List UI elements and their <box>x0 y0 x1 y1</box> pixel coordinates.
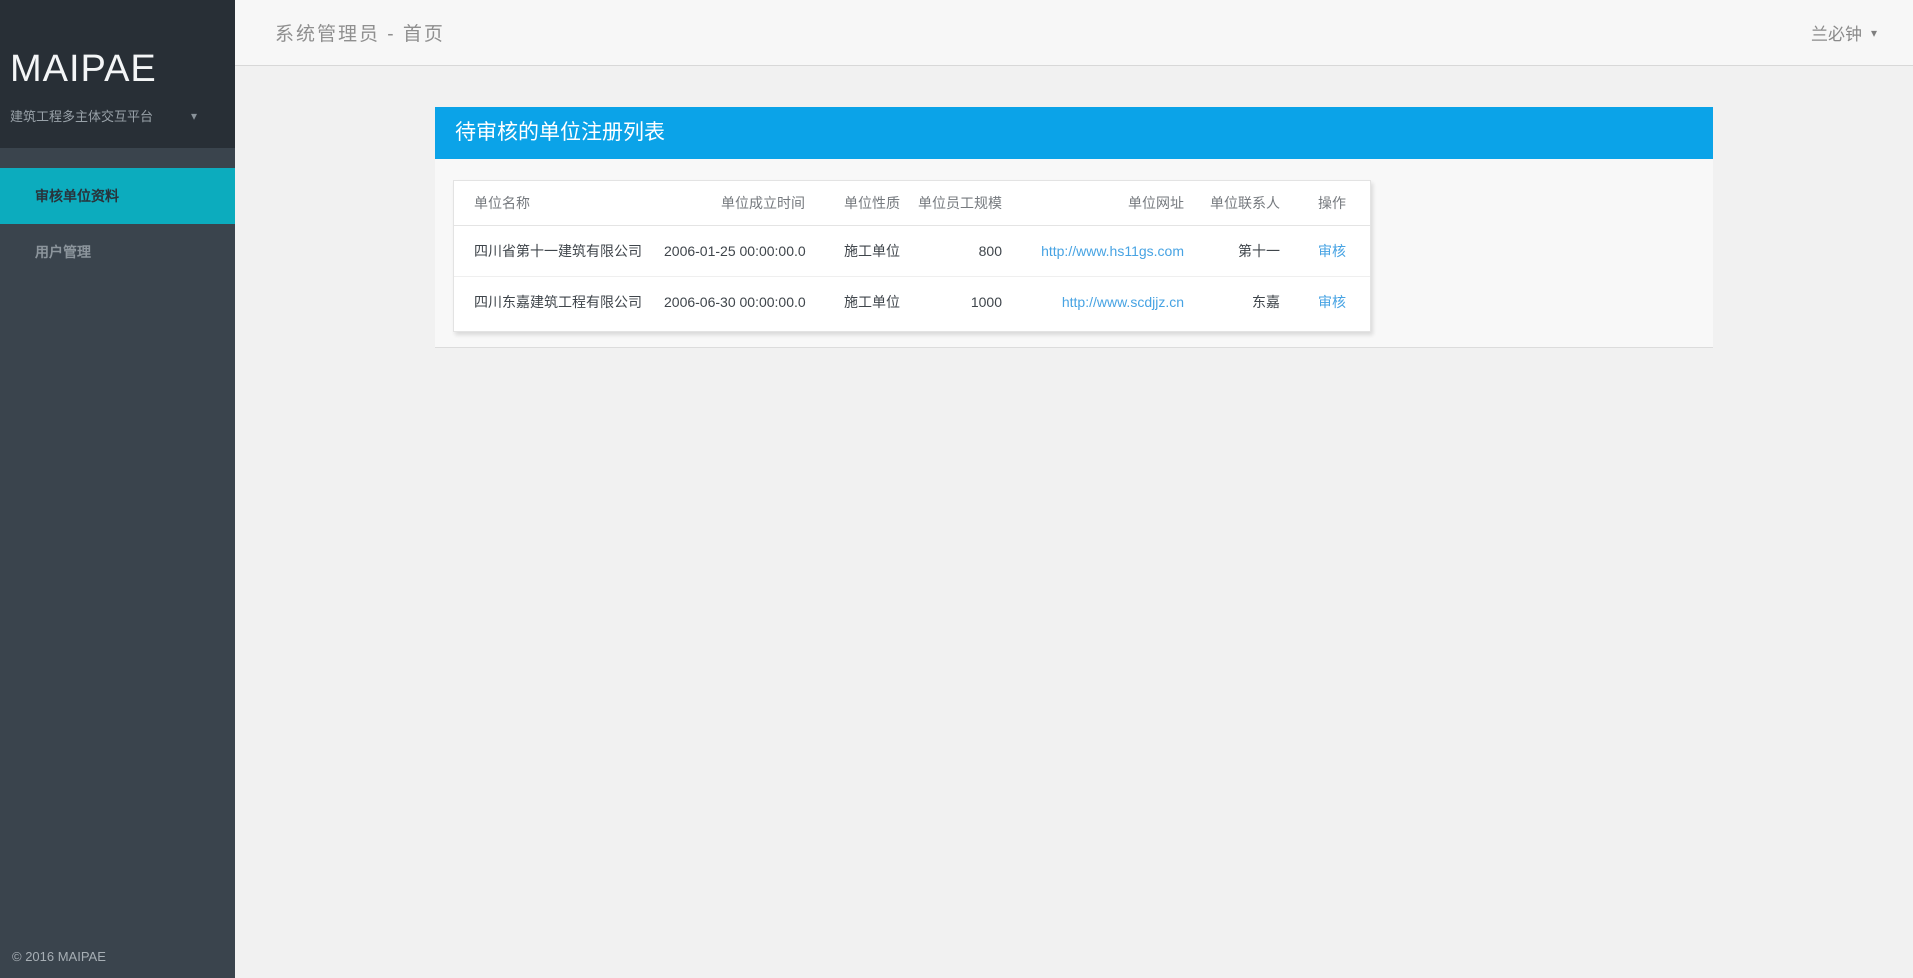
sidebar: MAIPAE 建筑工程多主体交互平台 ▾ 审核单位资料 用户管理 © 2016 … <box>0 0 235 978</box>
table-row: 四川东嘉建筑工程有限公司 2006-06-30 00:00:00.0 施工单位 … <box>454 276 1370 331</box>
pending-units-panel: 待审核的单位注册列表 单位名称 单位成立时间 单位性质 单位员工规模 单位网址 … <box>435 107 1713 348</box>
brand-subtitle: 建筑工程多主体交互平台 <box>10 109 154 124</box>
table-row: 四川省第十一建筑有限公司 2006-01-25 00:00:00.0 施工单位 … <box>454 226 1370 277</box>
cell-founded-time: 2006-06-30 00:00:00.0 <box>654 276 809 331</box>
user-name: 兰必钟 <box>1810 25 1862 44</box>
cell-unit-name: 四川省第十一建筑有限公司 <box>474 243 642 259</box>
cell-unit-name: 四川东嘉建筑工程有限公司 <box>454 276 654 331</box>
cell-staff-size: 1000 <box>899 276 1004 331</box>
units-table-card: 单位名称 单位成立时间 单位性质 单位员工规模 单位网址 单位联系人 操作 四川… <box>453 180 1371 332</box>
units-table: 单位名称 单位成立时间 单位性质 单位员工规模 单位网址 单位联系人 操作 四川… <box>454 181 1370 331</box>
brand-block: MAIPAE 建筑工程多主体交互平台 ▾ <box>0 0 235 148</box>
col-header-unit-type: 单位性质 <box>809 181 900 226</box>
sidebar-item-audit-unit-info[interactable]: 审核单位资料 <box>0 168 235 224</box>
cell-staff-size: 800 <box>978 243 1002 259</box>
cell-unit-type: 施工单位 <box>809 276 900 331</box>
col-header-website: 单位网址 <box>1004 181 1186 226</box>
col-header-unit-name: 单位名称 <box>454 181 654 226</box>
sidebar-nav: 审核单位资料 用户管理 <box>0 148 235 280</box>
website-link[interactable]: http://www.hs11gs.com <box>1041 243 1184 259</box>
topbar: 系统管理员 - 首页 兰必钟 ▾ <box>235 0 1913 66</box>
cell-website: http://www.hs11gs.com <box>1004 226 1186 277</box>
main-area: 系统管理员 - 首页 兰必钟 ▾ 待审核的单位注册列表 单位名称 单位成立时间 … <box>235 0 1913 978</box>
copyright-text: © 2016 MAIPAE <box>12 949 106 964</box>
cell-founded-time: 2006-01-25 00:00:00.0 <box>664 243 806 259</box>
page-title: 系统管理员 - 首页 <box>275 24 445 45</box>
cell-contact: 东嘉 <box>1186 276 1284 331</box>
audit-link[interactable]: 审核 <box>1318 243 1346 259</box>
sidebar-item-user-management[interactable]: 用户管理 <box>0 224 235 280</box>
brand-logo: MAIPAE <box>10 48 157 90</box>
panel-body: 单位名称 单位成立时间 单位性质 单位员工规模 单位网址 单位联系人 操作 四川… <box>435 159 1713 348</box>
content: 待审核的单位注册列表 单位名称 单位成立时间 单位性质 单位员工规模 单位网址 … <box>235 66 1913 348</box>
col-header-contact: 单位联系人 <box>1186 181 1284 226</box>
website-link[interactable]: http://www.scdjjz.cn <box>1062 294 1184 310</box>
cell-website: http://www.scdjjz.cn <box>1004 276 1186 331</box>
caret-down-icon: ▾ <box>190 108 197 123</box>
sidebar-item-label: 用户管理 <box>35 244 91 260</box>
col-header-action: 操作 <box>1284 181 1370 226</box>
col-header-founded-time: 单位成立时间 <box>654 181 809 226</box>
table-header-row: 单位名称 单位成立时间 单位性质 单位员工规模 单位网址 单位联系人 操作 <box>454 181 1370 226</box>
user-menu[interactable]: 兰必钟 ▾ <box>1811 20 1877 45</box>
panel-title: 待审核的单位注册列表 <box>435 107 1713 159</box>
cell-unit-type: 施工单位 <box>844 243 900 259</box>
brand-subtitle-row[interactable]: 建筑工程多主体交互平台 ▾ <box>10 106 225 125</box>
audit-link[interactable]: 审核 <box>1318 294 1346 310</box>
cell-contact: 第十一 <box>1238 243 1280 259</box>
cell-action: 审核 <box>1284 276 1370 331</box>
cell-action: 审核 <box>1284 226 1370 277</box>
col-header-staff-size: 单位员工规模 <box>899 181 1004 226</box>
caret-down-icon: ▾ <box>1870 25 1877 40</box>
sidebar-item-label: 审核单位资料 <box>35 188 119 204</box>
